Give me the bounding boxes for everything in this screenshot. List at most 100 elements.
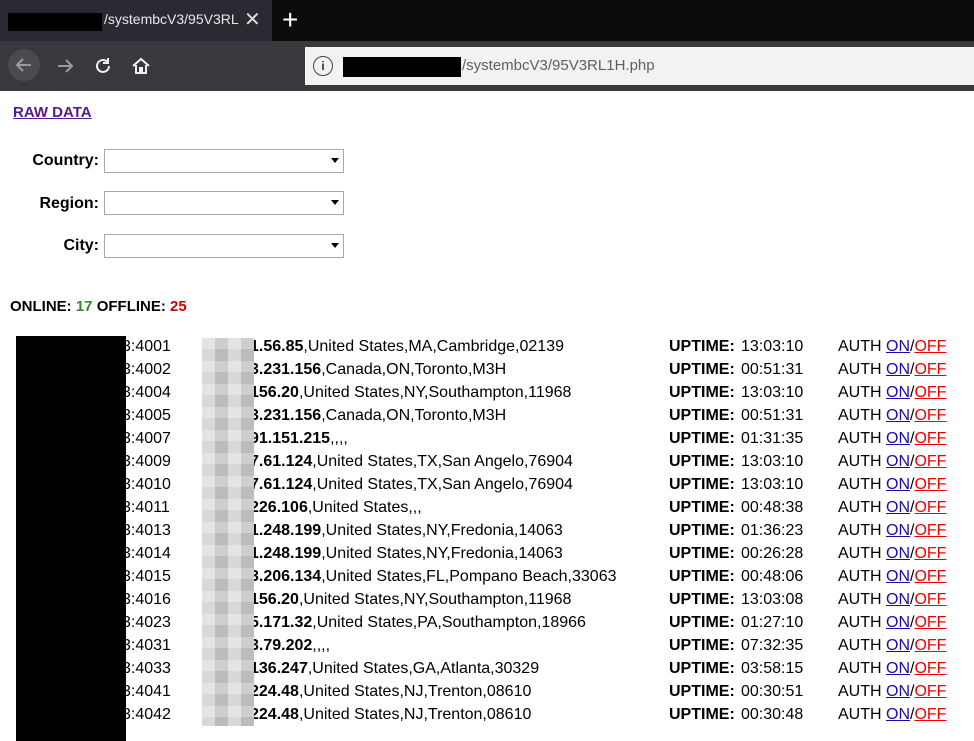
auth-label: AUTH bbox=[838, 384, 886, 401]
auth-off-link[interactable]: OFF bbox=[914, 660, 946, 677]
uptime-label: UPTIME: bbox=[669, 407, 735, 424]
auth-toggle: AUTH ON/OFF bbox=[838, 614, 946, 632]
auth-on-link[interactable]: ON bbox=[886, 614, 910, 631]
auth-on-link[interactable]: ON bbox=[886, 545, 910, 562]
url-text[interactable]: /systembcV3/95V3RL1H.php bbox=[462, 57, 655, 74]
auth-off-link[interactable]: OFF bbox=[914, 683, 946, 700]
close-tab-icon[interactable]: ✕ bbox=[244, 7, 261, 33]
bot-location: ,United States,TX,San Angelo,76904 bbox=[312, 453, 573, 470]
auth-on-link[interactable]: ON bbox=[886, 660, 910, 677]
auth-off-link[interactable]: OFF bbox=[914, 384, 946, 401]
auth-on-link[interactable]: ON bbox=[886, 476, 910, 493]
info-icon[interactable]: i bbox=[313, 56, 333, 76]
auth-on-link[interactable]: ON bbox=[886, 683, 910, 700]
auth-off-link[interactable]: OFF bbox=[914, 361, 946, 378]
bot-location: ,United States,MA,Cambridge,02139 bbox=[303, 338, 564, 355]
bot-location: ,United States,NY,Fredonia,14063 bbox=[321, 522, 563, 539]
auth-on-link[interactable]: ON bbox=[886, 338, 910, 355]
bot-geo: 3.79.202,,,, bbox=[250, 637, 330, 655]
bot-port: 3:4009 bbox=[122, 453, 171, 470]
bot-geo: 91.151.215,,,, bbox=[250, 430, 348, 448]
bot-ip: 224.48 bbox=[250, 683, 299, 700]
bot-location: ,Canada,ON,Toronto,M3H bbox=[321, 361, 507, 378]
auth-off-link[interactable]: OFF bbox=[914, 407, 946, 424]
auth-label: AUTH bbox=[838, 522, 886, 539]
auth-label: AUTH bbox=[838, 499, 886, 516]
bot-ip: 1.56.85 bbox=[250, 338, 304, 355]
raw-data-link[interactable]: RAW DATA bbox=[13, 104, 92, 121]
auth-toggle: AUTH ON/OFF bbox=[838, 683, 946, 701]
dropdown-arrow-icon bbox=[331, 243, 339, 248]
uptime-value: 13:03:10 bbox=[741, 384, 804, 401]
auth-label: AUTH bbox=[838, 637, 886, 654]
back-button[interactable] bbox=[8, 49, 40, 81]
auth-on-link[interactable]: ON bbox=[886, 407, 910, 424]
auth-off-link[interactable]: OFF bbox=[914, 614, 946, 631]
reload-icon bbox=[96, 58, 110, 73]
auth-off-link[interactable]: OFF bbox=[914, 591, 946, 608]
city-select[interactable] bbox=[104, 234, 344, 258]
uptime-value: 13:03:08 bbox=[741, 591, 804, 608]
auth-on-link[interactable]: ON bbox=[886, 522, 910, 539]
browser-tab[interactable]: /systembcV3/95V3RL ✕ bbox=[0, 0, 272, 41]
uptime-value: 01:36:23 bbox=[741, 522, 804, 539]
list-item: 3:4041 224.48,United States,NJ,Trenton,08… bbox=[0, 683, 974, 706]
auth-off-link[interactable]: OFF bbox=[914, 338, 946, 355]
bot-port: 3:4002 bbox=[122, 361, 171, 378]
auth-off-link[interactable]: OFF bbox=[914, 706, 946, 723]
auth-on-link[interactable]: ON bbox=[886, 384, 910, 401]
auth-toggle: AUTH ON/OFF bbox=[838, 522, 946, 540]
online-count: 17 bbox=[75, 298, 93, 315]
auth-on-link[interactable]: ON bbox=[886, 706, 910, 723]
reload-button[interactable] bbox=[90, 53, 116, 79]
bot-port: 3:4007 bbox=[122, 430, 171, 447]
auth-on-link[interactable]: ON bbox=[886, 453, 910, 470]
auth-off-link[interactable]: OFF bbox=[914, 476, 946, 493]
uptime-label: UPTIME: bbox=[669, 568, 735, 585]
auth-off-link[interactable]: OFF bbox=[914, 453, 946, 470]
auth-on-link[interactable]: ON bbox=[886, 499, 910, 516]
auth-label: AUTH bbox=[838, 660, 886, 677]
uptime-value: 00:51:31 bbox=[741, 407, 804, 424]
auth-toggle: AUTH ON/OFF bbox=[838, 568, 946, 586]
bot-ip: 1.248.199 bbox=[250, 545, 322, 562]
auth-off-link[interactable]: OFF bbox=[914, 637, 946, 654]
list-item: 3:4033 136.247,United States,GA,Atlanta,3… bbox=[0, 660, 974, 683]
url-bar[interactable]: i /systembcV3/95V3RL1H.php bbox=[305, 47, 974, 85]
bot-port: 3:4015 bbox=[122, 568, 171, 585]
uptime-label: UPTIME: bbox=[669, 637, 735, 654]
home-button[interactable] bbox=[128, 53, 154, 79]
uptime-label: UPTIME: bbox=[669, 453, 735, 470]
uptime-label: UPTIME: bbox=[669, 591, 735, 608]
auth-off-link[interactable]: OFF bbox=[914, 568, 946, 585]
auth-off-link[interactable]: OFF bbox=[914, 499, 946, 516]
dropdown-arrow-icon bbox=[331, 158, 339, 163]
new-tab-icon[interactable]: + bbox=[282, 4, 298, 36]
region-select[interactable] bbox=[104, 191, 344, 215]
auth-on-link[interactable]: ON bbox=[886, 637, 910, 654]
bot-ip: 3.79.202 bbox=[250, 637, 313, 654]
uptime-label: UPTIME: bbox=[669, 614, 735, 631]
bot-ip: 91.151.215 bbox=[250, 430, 331, 447]
auth-on-link[interactable]: ON bbox=[886, 591, 910, 608]
uptime-value: 00:26:28 bbox=[741, 545, 804, 562]
auth-off-link[interactable]: OFF bbox=[914, 430, 946, 447]
bot-port: 3:4041 bbox=[122, 683, 171, 700]
auth-off-link[interactable]: OFF bbox=[914, 522, 946, 539]
country-select[interactable] bbox=[104, 149, 344, 173]
auth-label: AUTH bbox=[838, 568, 886, 585]
auth-toggle: AUTH ON/OFF bbox=[838, 453, 946, 471]
uptime-label: UPTIME: bbox=[669, 522, 735, 539]
auth-off-link[interactable]: OFF bbox=[914, 545, 946, 562]
uptime-label: UPTIME: bbox=[669, 338, 735, 355]
forward-button[interactable] bbox=[52, 53, 78, 79]
auth-on-link[interactable]: ON bbox=[886, 361, 910, 378]
bot-geo: 3.231.156,Canada,ON,Toronto,M3H bbox=[250, 361, 506, 379]
home-icon bbox=[132, 57, 150, 74]
auth-on-link[interactable]: ON bbox=[886, 568, 910, 585]
bot-geo: 224.48,United States,NJ,Trenton,08610 bbox=[250, 683, 531, 701]
list-item: 3:4005 3.231.156,Canada,ON,Toronto,M3H UPT… bbox=[0, 407, 974, 430]
bot-geo: 136.247,United States,GA,Atlanta,30329 bbox=[250, 660, 539, 678]
auth-on-link[interactable]: ON bbox=[886, 430, 910, 447]
bot-geo: 3.206.134,United States,FL,Pompano Beach… bbox=[250, 568, 617, 586]
